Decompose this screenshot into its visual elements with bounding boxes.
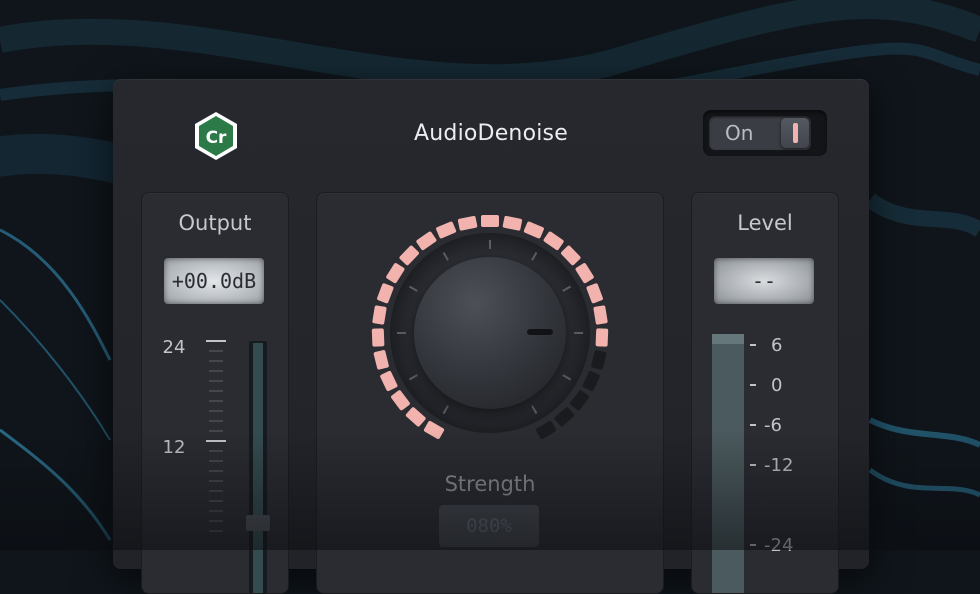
- output-scale-ticks: [206, 340, 226, 532]
- level-scale-label-m12: -12: [764, 455, 793, 476]
- power-toggle-track[interactable]: On: [709, 116, 811, 150]
- output-fader-handle[interactable]: [246, 515, 270, 531]
- strength-segment-lit: [372, 305, 387, 325]
- plugin-panel: Cr AudioDenoise On Output +00.0dB 24 12: [113, 79, 869, 594]
- strength-segment-unlit: [591, 350, 607, 370]
- power-toggle-label: On: [725, 121, 754, 145]
- strength-segment-unlit: [535, 421, 557, 439]
- knob-pointer: [527, 329, 553, 335]
- strength-segment-unlit: [554, 407, 575, 427]
- power-toggle[interactable]: On: [703, 110, 827, 156]
- strength-segment-lit: [457, 215, 478, 231]
- strength-segment-lit: [481, 215, 499, 227]
- output-scale-label-12: 12: [163, 437, 186, 458]
- strength-segment-lit: [391, 390, 410, 411]
- power-indicator: [793, 123, 798, 143]
- strength-segment-lit: [377, 283, 394, 304]
- strength-segment-lit: [561, 245, 581, 266]
- strength-segment-lit: [543, 231, 564, 251]
- strength-segment-lit: [575, 263, 594, 284]
- output-section: Output +00.0dB 24 12: [141, 192, 289, 594]
- level-scale-label-m24: -24: [764, 535, 793, 556]
- strength-segment-lit: [593, 305, 608, 325]
- strength-segment-lit: [371, 328, 385, 347]
- output-fader-area: 24 12: [163, 337, 270, 593]
- strength-segment-lit: [595, 328, 609, 347]
- strength-section: Strength 080%: [316, 192, 664, 594]
- level-scale-label-6: 6: [771, 335, 782, 356]
- level-scale-label-m6: -6: [764, 415, 782, 436]
- strength-segment-lit: [373, 350, 389, 370]
- strength-value-display[interactable]: 080%: [439, 505, 539, 547]
- strength-segment-unlit: [570, 390, 589, 411]
- level-scale-label-0: 0: [771, 375, 782, 396]
- strength-segment-lit: [416, 231, 437, 251]
- strength-segment-lit: [405, 407, 426, 427]
- level-meter-area: 6 0 -6 -12 -24: [712, 334, 793, 593]
- strength-segment-lit: [423, 421, 445, 439]
- level-meter-peak: [712, 334, 744, 344]
- strength-segment-lit: [586, 283, 603, 304]
- output-fader-fill: [253, 343, 263, 593]
- strength-segment-lit: [380, 370, 398, 392]
- strength-segment-unlit: [582, 370, 600, 392]
- strength-segment-lit: [502, 215, 523, 231]
- output-scale-label-24: 24: [163, 337, 186, 358]
- strength-segment-lit: [436, 221, 457, 239]
- strength-segment-lit: [399, 245, 419, 266]
- strength-segment-lit: [523, 221, 544, 239]
- strength-segment-lit: [386, 263, 405, 284]
- level-meter-bar: [712, 334, 744, 593]
- power-toggle-knob[interactable]: [781, 118, 809, 148]
- level-section: Level -- 6 0 -6 -12 -24: [691, 192, 839, 594]
- strength-label: Strength: [444, 472, 536, 496]
